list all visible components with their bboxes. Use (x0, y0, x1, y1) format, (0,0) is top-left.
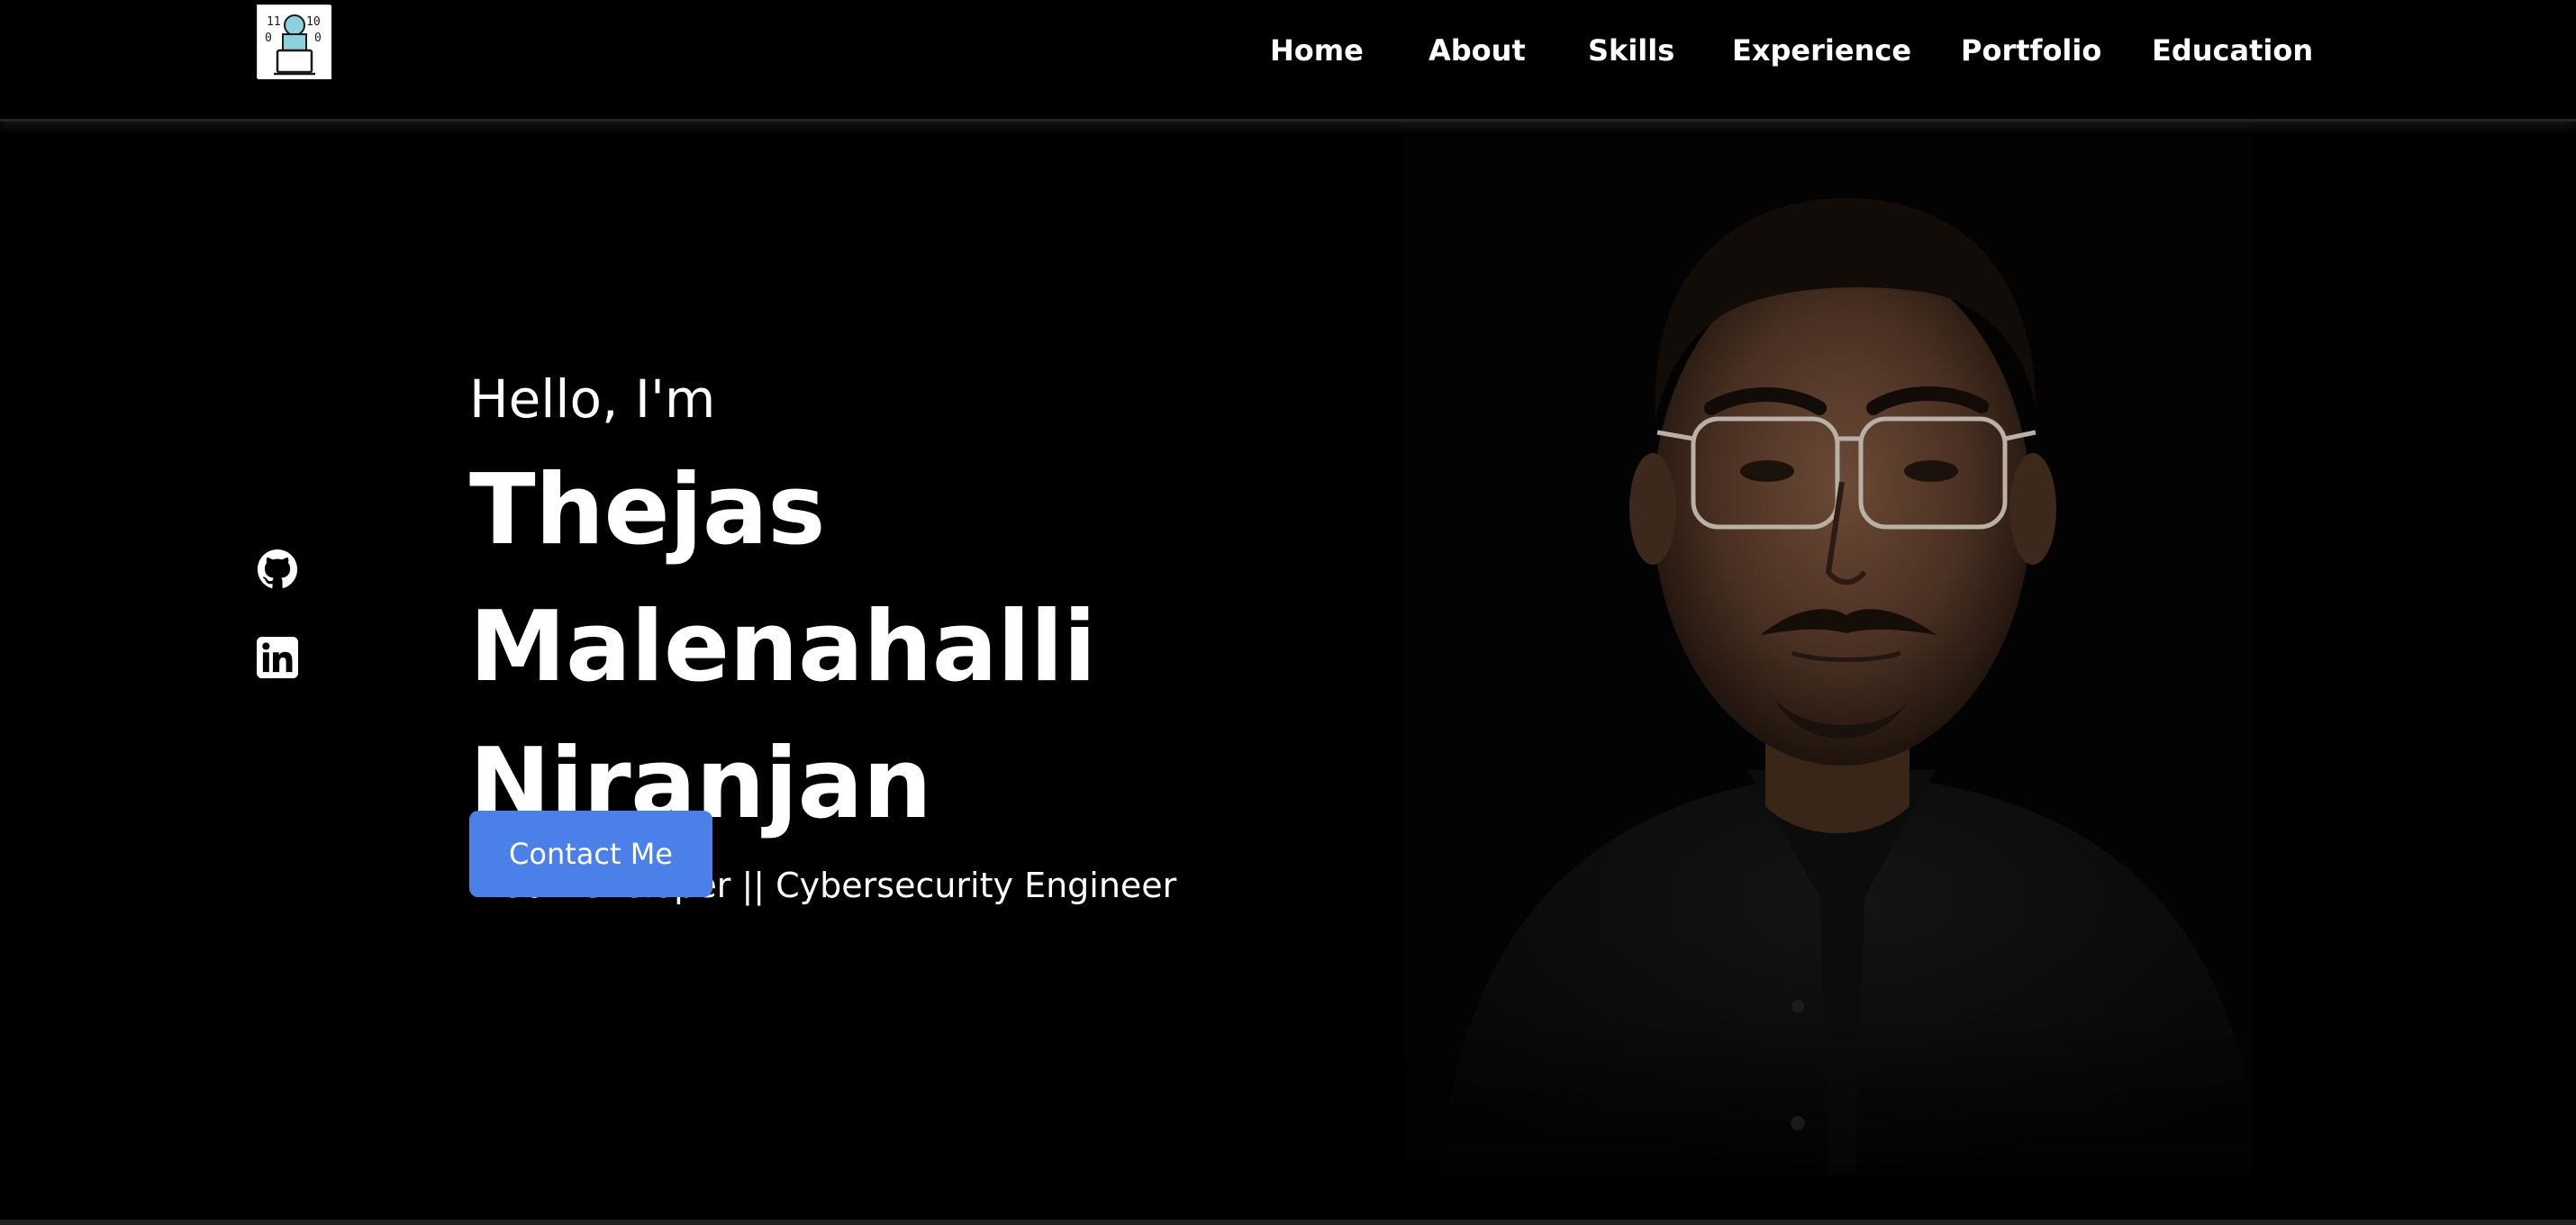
greeting-text: Hello, I'm (469, 368, 716, 430)
page-bottom-border (0, 1220, 2576, 1225)
profile-photo (1405, 122, 2252, 1175)
portfolio-page: 11 10 0 0 Home About Skills Experience P… (0, 0, 2576, 1225)
github-icon[interactable] (257, 549, 298, 590)
nav-portfolio[interactable]: Portfolio (1961, 27, 2101, 74)
nav-experience[interactable]: Experience (1732, 27, 1911, 74)
nav-home[interactable]: Home (1270, 27, 1364, 74)
nav-about[interactable]: About (1429, 27, 1526, 74)
site-header: 11 10 0 0 Home About Skills Experience P… (0, 0, 2576, 122)
contact-me-button[interactable]: Contact Me (469, 811, 712, 897)
linkedin-icon[interactable] (257, 637, 298, 678)
main-nav: Home About Skills Experience Portfolio E… (0, 27, 2576, 74)
nav-education[interactable]: Education (2152, 27, 2313, 74)
hero-name: Thejas Malenahalli Niranjan (469, 454, 1096, 840)
nav-skills[interactable]: Skills (1588, 27, 1674, 74)
